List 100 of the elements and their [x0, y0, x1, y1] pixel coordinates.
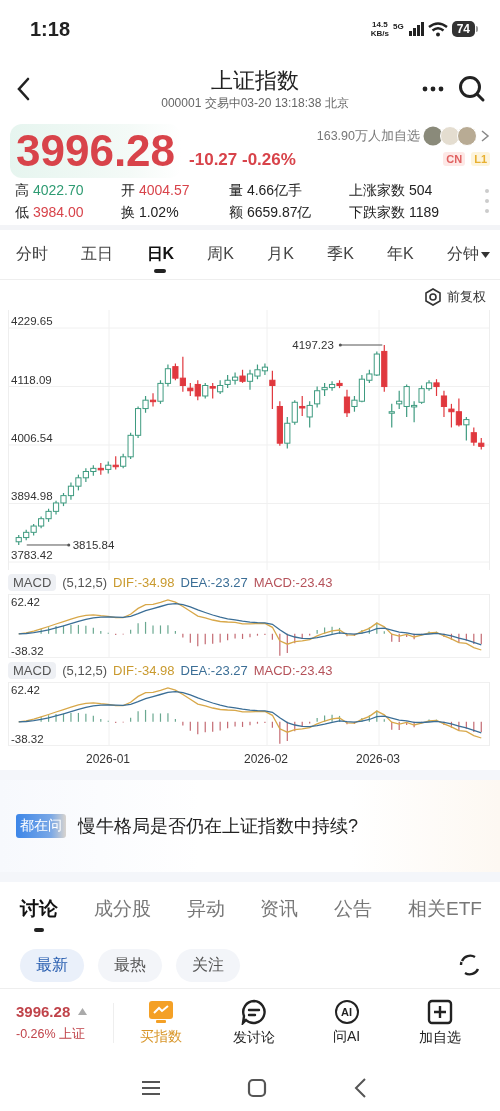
stat-value: 4022.70	[32, 182, 84, 198]
content-tab[interactable]: 异动	[186, 886, 225, 934]
stat-label: 下跌家数	[349, 204, 405, 220]
stat-label: 开	[121, 182, 135, 198]
add-square-icon	[426, 998, 453, 1025]
action-button[interactable]: AI 问AI	[300, 999, 393, 1046]
content-tab[interactable]: 资讯	[260, 886, 299, 934]
indicator-params: (5,12,5)	[62, 662, 108, 678]
chat-bubble-icon	[240, 998, 267, 1025]
axis-label: 4118.09	[11, 373, 52, 386]
stat-value: 1189	[408, 204, 439, 220]
price-marker: 4197.23	[292, 339, 334, 351]
axis-label: 3894.98	[11, 490, 53, 503]
avatar-icon	[423, 126, 477, 146]
axis-label: -38.32	[11, 645, 44, 657]
market-badge: L1	[471, 152, 490, 166]
speed-unit: KB/s	[370, 29, 389, 38]
search-icon[interactable]	[458, 75, 486, 103]
index-price: 3996.28	[16, 1002, 71, 1020]
index-change: -0.26% 上证	[16, 1025, 87, 1043]
question-tag: 都在问	[16, 814, 66, 838]
period-tab[interactable]: 年K	[385, 230, 416, 279]
content-tab[interactable]: 讨论	[20, 886, 58, 934]
content-tab[interactable]: 公告	[334, 886, 373, 934]
period-tab[interactable]: 分钟	[445, 230, 492, 279]
period-tab[interactable]: 季K	[325, 230, 356, 279]
candlestick	[343, 389, 351, 418]
indicator-params: (5,12,5)	[62, 574, 108, 590]
period-tab[interactable]: 五日	[79, 230, 116, 279]
content-tab[interactable]: 成分股	[93, 886, 151, 934]
up-triangle-icon	[78, 1007, 88, 1015]
indicator-tag[interactable]: MACD	[8, 661, 57, 679]
question-link[interactable]: 慢牛格局是否仍在上证指数中持续?	[78, 814, 358, 838]
wifi-icon	[427, 21, 448, 37]
filter-chip[interactable]: 最新	[20, 948, 84, 982]
stat-label: 换	[121, 204, 135, 220]
axis-label: 3783.42	[11, 549, 53, 561]
stat-value: 4.66亿手	[246, 182, 303, 198]
candlestick	[470, 426, 477, 447]
axis-label: 4229.65	[11, 315, 53, 327]
axis-label: 4006.54	[11, 432, 53, 444]
leader-line	[338, 343, 383, 347]
price-change: -10.27 -0.26%	[189, 150, 296, 170]
battery-level: 74	[451, 21, 475, 37]
leader-line	[26, 543, 71, 547]
stat-value: 4004.57	[138, 182, 190, 198]
back-icon[interactable]	[353, 1077, 367, 1099]
dif-value: DIF:-34.98	[113, 574, 175, 590]
stat-label: 上涨家数	[349, 182, 405, 198]
period-tab[interactable]: 周K	[205, 230, 236, 279]
content-tab[interactable]: 相关ETF	[408, 886, 482, 934]
filter-chip[interactable]: 最热	[98, 948, 162, 982]
chevron-right-icon[interactable]	[480, 129, 490, 143]
candlestick	[314, 385, 321, 409]
adjust-button[interactable]: 前复权	[424, 288, 486, 306]
dea-value: DEA:-23.27	[180, 574, 248, 590]
period-tab[interactable]: 分时	[14, 230, 50, 279]
dea-value: DEA:-23.27	[180, 662, 248, 678]
candlestick	[388, 403, 395, 429]
axis-label: 62.42	[11, 684, 40, 696]
more-icon[interactable]	[422, 86, 444, 92]
candlestick	[463, 416, 470, 442]
macd-value: MACD:-23.43	[253, 662, 333, 678]
period-tab[interactable]: 日K	[144, 230, 177, 279]
menu-icon[interactable]	[141, 1080, 161, 1096]
home-square-icon[interactable]	[247, 1078, 267, 1098]
clock: 1:18	[30, 17, 71, 41]
axis-label: 62.42	[11, 596, 40, 608]
stat-label: 高	[15, 182, 29, 198]
stat-label: 额	[229, 204, 243, 220]
followers-count: 163.90万人加自选	[316, 127, 420, 145]
refresh-icon[interactable]	[458, 953, 482, 977]
stat-label: 量	[229, 182, 243, 198]
candlestick	[284, 416, 291, 450]
signal-icon	[407, 22, 424, 36]
axis-label: 2026-02	[244, 752, 288, 766]
candlestick	[291, 399, 298, 426]
axis-label: 2026-01	[86, 752, 130, 766]
action-button[interactable]: 发讨论	[207, 998, 300, 1047]
price-marker: 3815.84	[72, 539, 115, 551]
period-tab[interactable]: 月K	[265, 230, 296, 279]
page-subtitle: 000001 交易中03-20 13:18:38 北京	[161, 94, 349, 112]
filter-chip[interactable]: 关注	[176, 948, 240, 982]
indicator-tag[interactable]: MACD	[8, 573, 57, 591]
network-speed: 14.5	[372, 20, 388, 29]
candlestick	[299, 395, 306, 417]
market-badge: CN	[443, 152, 466, 166]
stat-label: 低	[15, 204, 29, 220]
candlestick	[440, 390, 448, 418]
stat-value: 3984.00	[32, 204, 84, 220]
network-type: 5G	[392, 22, 404, 31]
axis-label: -38.32	[11, 733, 44, 745]
settings-icon	[424, 288, 442, 306]
candlestick	[306, 400, 313, 429]
dif-value: DIF:-34.98	[113, 662, 175, 678]
stat-value: 1.02%	[138, 204, 179, 220]
macd-value: MACD:-23.43	[253, 574, 333, 590]
candlestick	[269, 370, 276, 410]
action-button[interactable]: 加自选	[393, 998, 486, 1047]
page-title: 上证指数	[211, 66, 299, 95]
